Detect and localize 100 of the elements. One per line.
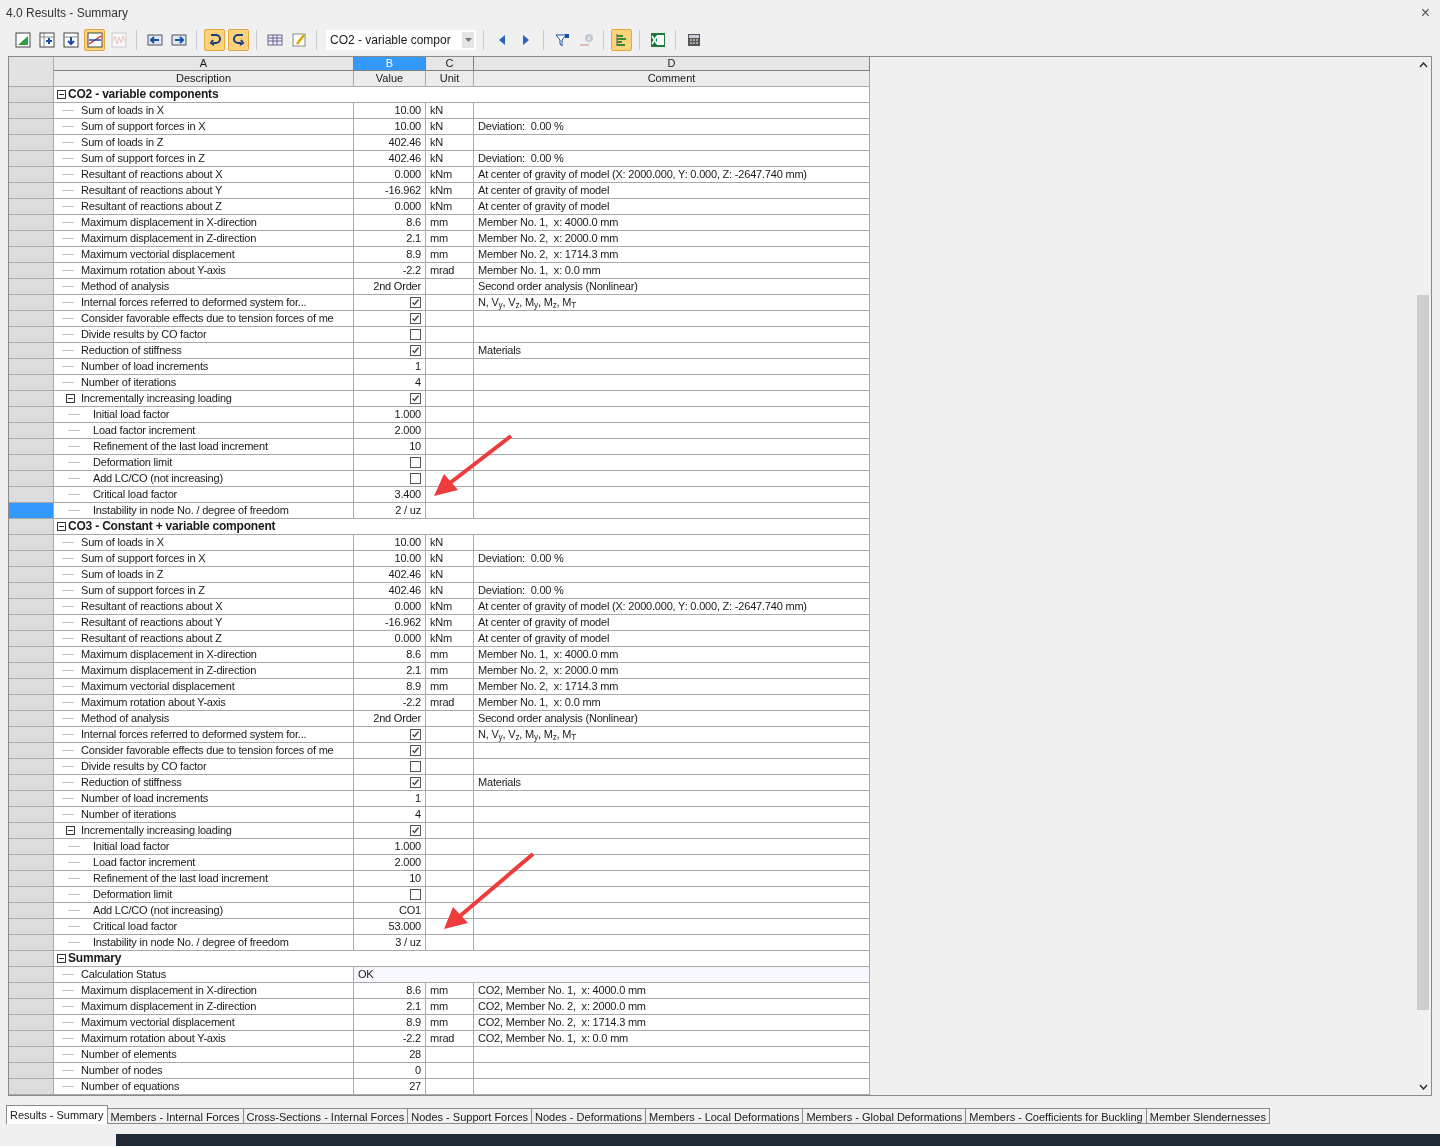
- row-header[interactable]: [9, 471, 54, 487]
- row-header[interactable]: [9, 679, 54, 695]
- checkbox[interactable]: [410, 745, 421, 756]
- row-header[interactable]: [9, 567, 54, 583]
- checkbox[interactable]: [410, 457, 421, 468]
- checkbox[interactable]: [410, 329, 421, 340]
- row-header[interactable]: [9, 391, 54, 407]
- checkbox[interactable]: [410, 393, 421, 404]
- column-header[interactable]: Comment: [474, 71, 870, 87]
- checkbox[interactable]: [410, 313, 421, 324]
- collapse-icon[interactable]: [57, 954, 66, 963]
- row-header[interactable]: [9, 631, 54, 647]
- toolbar-button[interactable]: [60, 29, 81, 51]
- toolbar-button[interactable]: [228, 29, 249, 51]
- column-letter[interactable]: A: [54, 57, 354, 71]
- row-header[interactable]: [9, 231, 54, 247]
- row-header[interactable]: [9, 343, 54, 359]
- row-header[interactable]: [9, 1015, 54, 1031]
- row-header[interactable]: [9, 295, 54, 311]
- row-header[interactable]: [9, 871, 54, 887]
- row-header[interactable]: [9, 615, 54, 631]
- combo-box[interactable]: CO2 - variable compor: [326, 30, 476, 50]
- close-button[interactable]: ×: [1416, 5, 1434, 21]
- tab[interactable]: Nodes - Deformations: [532, 1108, 646, 1124]
- row-header[interactable]: [9, 999, 54, 1015]
- row-header[interactable]: [9, 215, 54, 231]
- checkbox[interactable]: [410, 473, 421, 484]
- row-header[interactable]: [9, 151, 54, 167]
- row-header[interactable]: [9, 183, 54, 199]
- row-header[interactable]: [9, 887, 54, 903]
- row-header[interactable]: [9, 263, 54, 279]
- toolbar-button[interactable]: [84, 29, 105, 51]
- row-header[interactable]: [9, 199, 54, 215]
- row-header[interactable]: [9, 135, 54, 151]
- row-header[interactable]: [9, 647, 54, 663]
- collapse-icon[interactable]: [66, 394, 75, 403]
- row-header[interactable]: [9, 743, 54, 759]
- row-header[interactable]: [9, 759, 54, 775]
- row-header[interactable]: [9, 487, 54, 503]
- row-header[interactable]: [9, 119, 54, 135]
- row-header[interactable]: [9, 727, 54, 743]
- column-letter[interactable]: D: [474, 57, 870, 71]
- checkbox[interactable]: [410, 729, 421, 740]
- row-header[interactable]: [9, 407, 54, 423]
- toolbar-button[interactable]: [204, 29, 225, 51]
- tab[interactable]: Cross-Sections - Internal Forces: [243, 1108, 409, 1124]
- row-header[interactable]: [9, 247, 54, 263]
- row-header[interactable]: [9, 311, 54, 327]
- row-header[interactable]: [9, 791, 54, 807]
- column-header[interactable]: Value: [354, 71, 426, 87]
- checkbox[interactable]: [410, 777, 421, 788]
- tab[interactable]: Member Slendernesses: [1146, 1108, 1270, 1124]
- row-header[interactable]: [9, 903, 54, 919]
- row-header[interactable]: [9, 775, 54, 791]
- row-header[interactable]: [9, 327, 54, 343]
- row-header[interactable]: [9, 1031, 54, 1047]
- row-header[interactable]: [9, 983, 54, 999]
- chevron-up-icon[interactable]: [1418, 62, 1428, 68]
- row-header[interactable]: [9, 695, 54, 711]
- chevron-down-icon[interactable]: [1418, 1084, 1428, 1090]
- scrollbar-thumb[interactable]: [1417, 295, 1429, 1010]
- row-header[interactable]: [9, 167, 54, 183]
- row-header[interactable]: [9, 583, 54, 599]
- toolbar-button[interactable]: [12, 29, 33, 51]
- checkbox[interactable]: [410, 345, 421, 356]
- row-header[interactable]: [9, 599, 54, 615]
- row-header[interactable]: [9, 823, 54, 839]
- row-header[interactable]: [9, 807, 54, 823]
- tab[interactable]: Nodes - Support Forces: [408, 1108, 532, 1124]
- row-header[interactable]: [9, 551, 54, 567]
- row-header[interactable]: [9, 663, 54, 679]
- tab[interactable]: Members - Internal Forces: [107, 1108, 244, 1124]
- row-header[interactable]: [9, 919, 54, 935]
- tab[interactable]: Members - Global Deformations: [803, 1108, 967, 1124]
- tab[interactable]: Members - Local Deformations: [646, 1108, 804, 1124]
- row-header[interactable]: [9, 455, 54, 471]
- collapse-icon[interactable]: [57, 522, 66, 531]
- row-header[interactable]: [9, 1047, 54, 1063]
- collapse-icon[interactable]: [57, 90, 66, 99]
- tab[interactable]: Members - Coefficients for Buckling: [966, 1108, 1147, 1124]
- row-header[interactable]: [9, 423, 54, 439]
- row-header[interactable]: [9, 279, 54, 295]
- column-letter[interactable]: C: [426, 57, 474, 71]
- row-header[interactable]: [9, 439, 54, 455]
- checkbox[interactable]: [410, 889, 421, 900]
- column-header[interactable]: Unit: [426, 71, 474, 87]
- toolbar-button[interactable]: [36, 29, 57, 51]
- row-header[interactable]: [9, 711, 54, 727]
- row-header[interactable]: [9, 1063, 54, 1079]
- collapse-icon[interactable]: [66, 826, 75, 835]
- row-header[interactable]: [9, 855, 54, 871]
- row-header[interactable]: [9, 839, 54, 855]
- row-header[interactable]: [9, 375, 54, 391]
- column-header[interactable]: Description: [54, 71, 354, 87]
- row-header[interactable]: [9, 1079, 54, 1095]
- checkbox[interactable]: [410, 761, 421, 772]
- checkbox[interactable]: [410, 825, 421, 836]
- tab[interactable]: Results - Summary: [6, 1105, 108, 1124]
- checkbox[interactable]: [410, 297, 421, 308]
- row-header[interactable]: [9, 359, 54, 375]
